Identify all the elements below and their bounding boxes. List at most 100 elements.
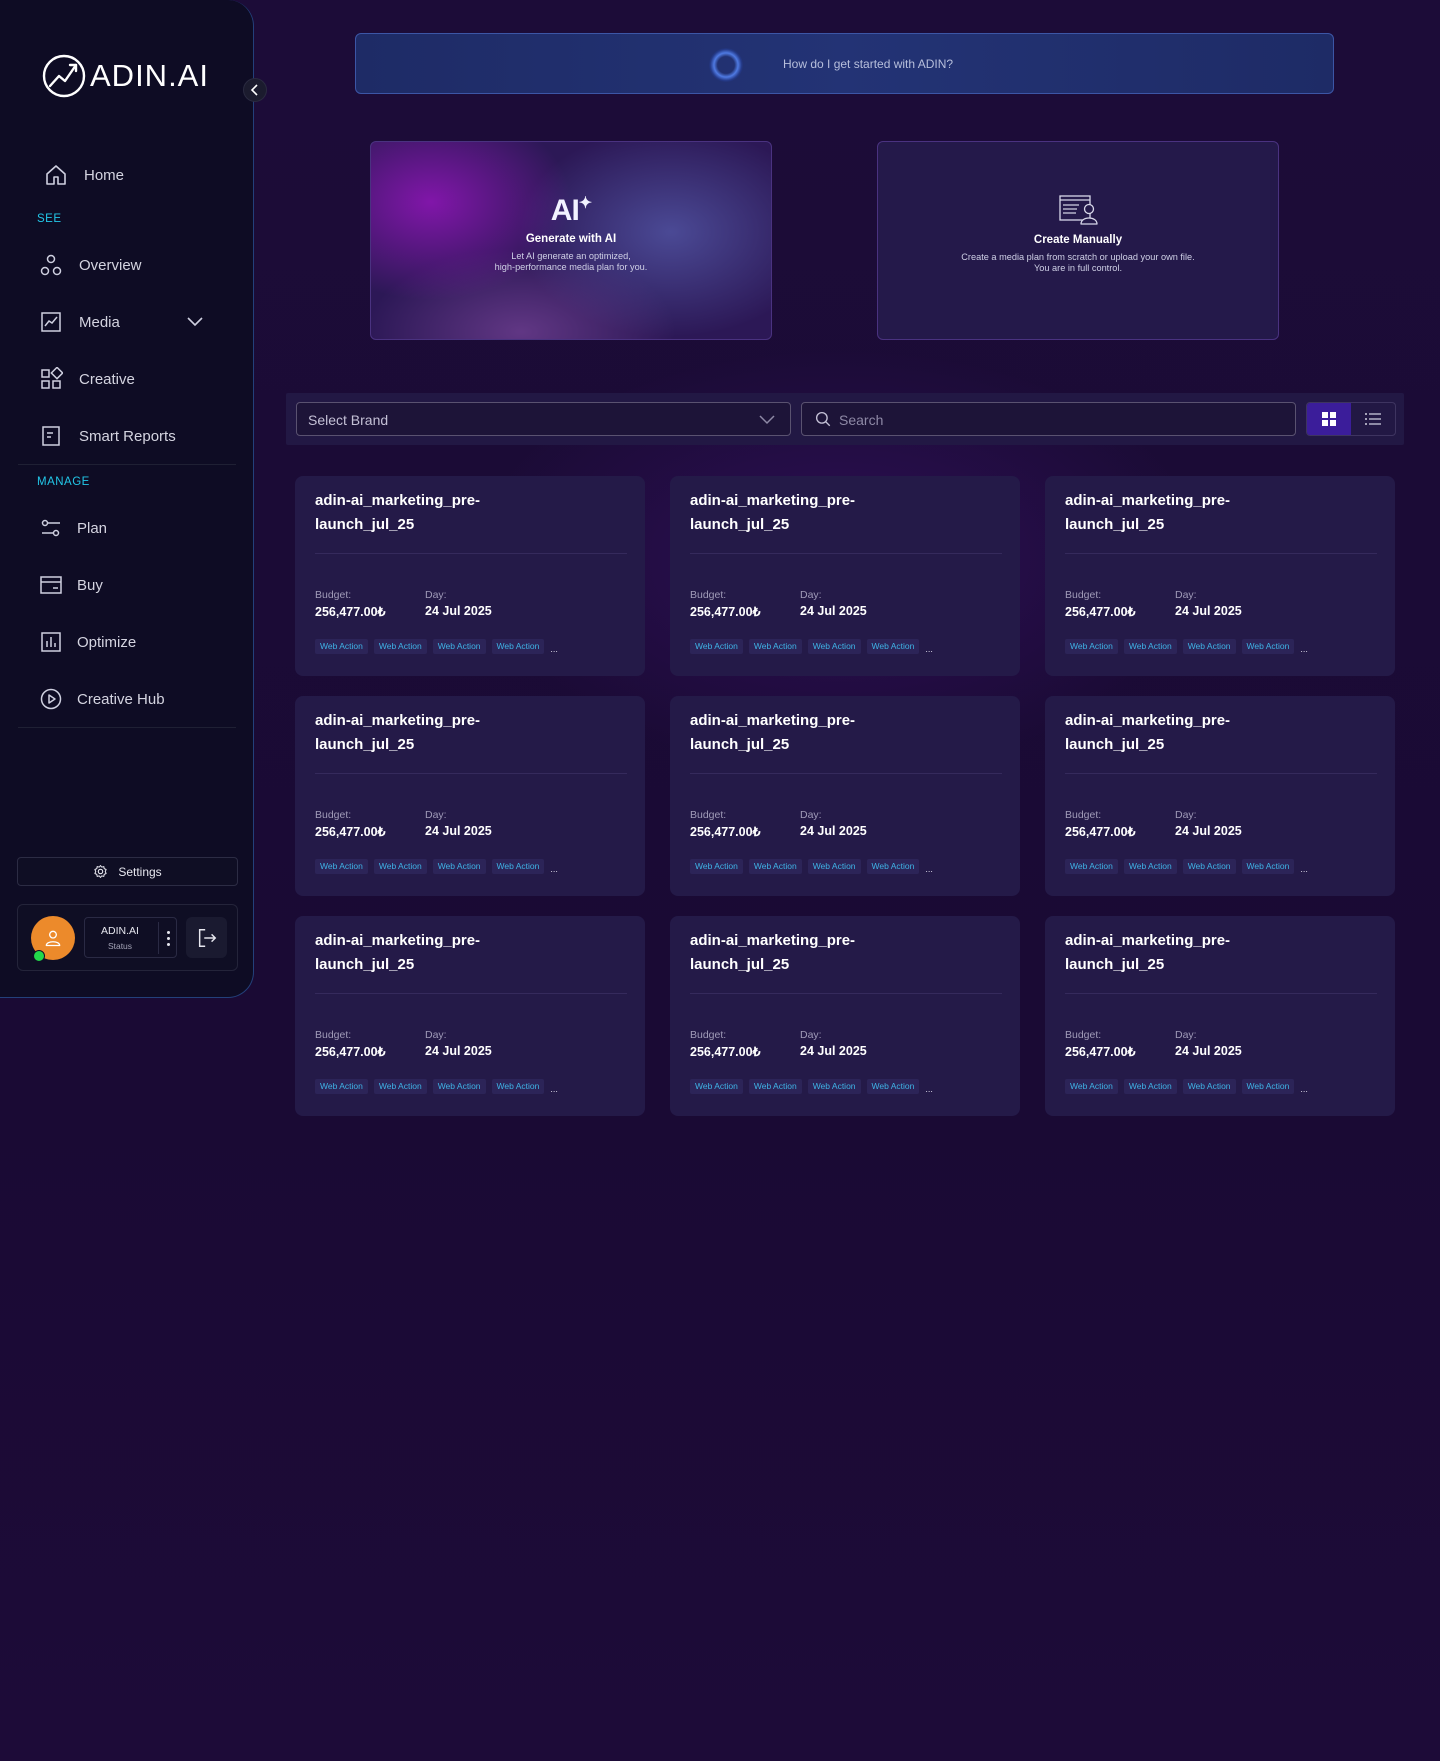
tag-badge: Web Action xyxy=(432,639,486,654)
sliders-icon xyxy=(41,519,60,537)
day-value: 24 Jul 2025 xyxy=(800,604,867,618)
sidebar-item-smart-reports[interactable]: Smart Reports xyxy=(0,414,254,458)
tag-badge: Web Action xyxy=(1123,1079,1177,1094)
manual-card-title: Create Manually xyxy=(1033,234,1123,246)
plan-card[interactable]: adin-ai_marketing_pre-launch_jul_25 Budge… xyxy=(1045,476,1395,676)
collapse-sidebar-button[interactable] xyxy=(243,78,267,102)
tag-badge: Web Action xyxy=(1182,1079,1236,1094)
settings-button[interactable]: Settings xyxy=(17,857,238,886)
sidebar-item-creative-hub[interactable]: Creative Hub xyxy=(0,677,254,721)
tag-badge: Web Action xyxy=(690,639,743,654)
tag-badge: Web Action xyxy=(807,859,861,874)
brand-select[interactable]: Select Brand xyxy=(296,402,791,436)
day-label: Day: xyxy=(1175,1029,1197,1041)
budget-label: Budget: xyxy=(1065,809,1102,821)
budget-value: 256,477.00₺ xyxy=(1065,605,1136,619)
more-tags-indicator[interactable]: ... xyxy=(925,644,933,654)
sidebar-item-buy[interactable]: Buy xyxy=(0,563,254,607)
budget-value: 256,477.00₺ xyxy=(690,825,761,839)
more-tags-indicator[interactable]: ... xyxy=(1300,864,1308,874)
sidebar-item-creative-label: Creative xyxy=(79,370,135,388)
plan-title: adin-ai_marketing_pre-launch_jul_25 xyxy=(690,932,856,973)
sidebar-item-plan[interactable]: Plan xyxy=(0,506,254,550)
online-status-dot xyxy=(33,950,45,962)
plan-tags: Web Action Web Action Web Action Web Action… xyxy=(690,858,933,874)
sidebar-item-optimize[interactable]: Optimize xyxy=(0,620,254,664)
card-icon xyxy=(40,576,62,594)
sidebar-item-overview-label: Overview xyxy=(79,256,142,274)
sidebar-item-overview[interactable]: Overview xyxy=(0,243,254,287)
tag-badge: Web Action xyxy=(748,859,802,874)
sidebar-item-media-label: Media xyxy=(79,313,120,331)
more-tags-indicator[interactable]: ... xyxy=(1300,644,1308,654)
chevron-down-icon[interactable] xyxy=(186,314,204,328)
more-tags-indicator[interactable]: ... xyxy=(1300,1084,1308,1094)
logout-button[interactable] xyxy=(186,917,227,958)
bar-chart-icon xyxy=(41,632,61,652)
tag-badge: Web Action xyxy=(807,639,861,654)
budget-label: Budget: xyxy=(690,589,727,601)
sidebar-item-home[interactable]: Home xyxy=(0,153,254,197)
more-tags-indicator[interactable]: ... xyxy=(925,1084,933,1094)
ai-prompt-bar[interactable]: How do I get started with ADIN? xyxy=(355,33,1334,94)
plan-tags: Web Action Web Action Web Action Web Action… xyxy=(1065,858,1308,874)
plan-card[interactable]: adin-ai_marketing_pre-launch_jul_25 Budge… xyxy=(670,476,1020,676)
plan-title: adin-ai_marketing_pre-launch_jul_25 xyxy=(690,492,856,533)
manual-card-desc-line2: You are in full control. xyxy=(1033,263,1123,273)
tag-badge: Web Action xyxy=(373,639,427,654)
tag-badge: Web Action xyxy=(491,639,545,654)
more-tags-indicator[interactable]: ... xyxy=(550,1084,558,1094)
home-icon xyxy=(46,165,66,185)
day-label: Day: xyxy=(1175,809,1197,821)
create-manually-card[interactable]: Create Manually Create a media plan from… xyxy=(877,141,1279,340)
sidebar-item-creative[interactable]: Creative xyxy=(0,357,254,401)
plan-card-divider xyxy=(1065,993,1377,994)
plan-title: adin-ai_marketing_pre-launch_jul_25 xyxy=(315,492,481,533)
logo[interactable]: ADIN.AI xyxy=(42,54,209,98)
user-info[interactable]: ADIN.AI Status xyxy=(84,917,177,958)
tag-badge: Web Action xyxy=(690,859,743,874)
budget-label: Budget: xyxy=(315,589,352,601)
tag-badge: Web Action xyxy=(1182,639,1236,654)
plan-card[interactable]: adin-ai_marketing_pre-launch_jul_25 Budge… xyxy=(295,696,645,896)
day-label: Day: xyxy=(1175,589,1197,601)
more-tags-indicator[interactable]: ... xyxy=(550,864,558,874)
more-tags-indicator[interactable]: ... xyxy=(550,644,558,654)
list-view-button[interactable] xyxy=(1351,403,1395,435)
plan-card[interactable]: adin-ai_marketing_pre-launch_jul_25 Budge… xyxy=(670,916,1020,1116)
tag-badge: Web Action xyxy=(1123,859,1177,874)
tag-badge: Web Action xyxy=(1065,1079,1118,1094)
plan-card[interactable]: adin-ai_marketing_pre-launch_jul_25 Budge… xyxy=(295,476,645,676)
sidebar-item-creative-hub-label: Creative Hub xyxy=(77,690,165,708)
logout-icon xyxy=(198,928,216,947)
more-options-icon[interactable] xyxy=(158,922,177,954)
tag-badge: Web Action xyxy=(1241,1079,1295,1094)
grid-view-button[interactable] xyxy=(1307,403,1351,435)
user-name: ADIN.AI xyxy=(101,925,139,937)
plan-title: adin-ai_marketing_pre-launch_jul_25 xyxy=(1065,712,1231,753)
tag-badge: Web Action xyxy=(1123,639,1177,654)
tag-badge: Web Action xyxy=(1182,859,1236,874)
sidebar-item-optimize-label: Optimize xyxy=(77,633,137,651)
tag-badge: Web Action xyxy=(491,1079,545,1094)
plan-card-divider xyxy=(690,773,1002,774)
tag-badge: Web Action xyxy=(491,859,545,874)
search-field[interactable] xyxy=(801,402,1296,436)
sidebar-item-media[interactable]: Media xyxy=(0,300,254,344)
section-label-manage: MANAGE xyxy=(37,476,90,488)
plan-tags: Web Action Web Action Web Action Web Action… xyxy=(1065,638,1308,654)
day-label: Day: xyxy=(425,809,447,821)
view-toggle xyxy=(1306,402,1396,436)
plan-card[interactable]: adin-ai_marketing_pre-launch_jul_25 Budge… xyxy=(1045,916,1395,1116)
plan-card[interactable]: adin-ai_marketing_pre-launch_jul_25 Budge… xyxy=(670,696,1020,896)
plan-card[interactable]: adin-ai_marketing_pre-launch_jul_25 Budge… xyxy=(1045,696,1395,896)
generate-with-ai-card[interactable]: AI✦ Generate with AI Let AI generate an … xyxy=(370,141,772,340)
search-icon xyxy=(815,411,831,427)
plan-card[interactable]: adin-ai_marketing_pre-launch_jul_25 Budge… xyxy=(295,916,645,1116)
brand-select-placeholder: Select Brand xyxy=(308,412,389,428)
day-value: 24 Jul 2025 xyxy=(425,604,492,618)
tag-badge: Web Action xyxy=(866,1079,920,1094)
more-tags-indicator[interactable]: ... xyxy=(925,864,933,874)
sidebar: ADIN.AI Home SEE Overview Media Creative… xyxy=(0,0,254,998)
search-input[interactable] xyxy=(837,409,1281,431)
